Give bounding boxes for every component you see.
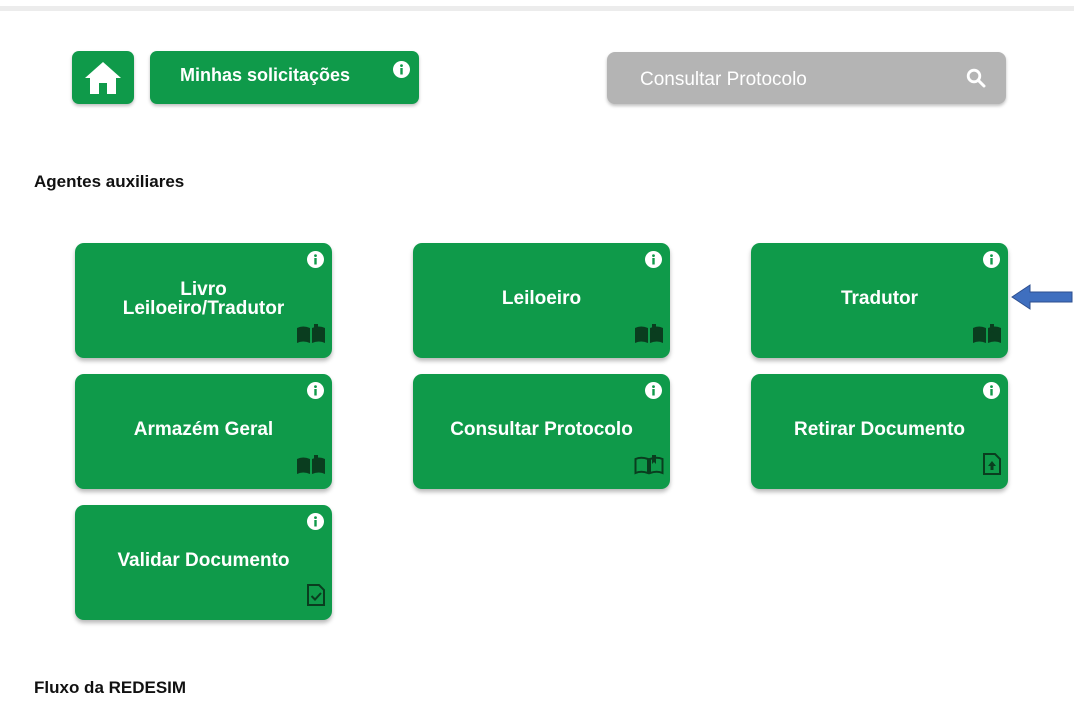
search-input[interactable]: Consultar Protocolo	[640, 69, 807, 91]
book-outline-icon	[634, 455, 664, 480]
info-icon[interactable]	[307, 251, 324, 273]
info-icon[interactable]	[645, 382, 662, 404]
left-arrow-icon	[1011, 284, 1073, 310]
card-title: Tradutor	[840, 288, 919, 309]
home-icon	[85, 61, 121, 94]
card-title: Livro Leiloeiro/Tradutor	[122, 278, 285, 319]
my-requests-label: Minhas solicitações	[180, 65, 351, 85]
card-livro-leiloeiro-tradutor[interactable]: Livro Leiloeiro/Tradutor	[75, 243, 332, 358]
card-validar-documento[interactable]: Validar Documento	[75, 505, 332, 620]
search-icon[interactable]	[966, 68, 986, 93]
info-icon[interactable]	[983, 251, 1000, 273]
info-icon[interactable]	[645, 251, 662, 273]
top-divider	[0, 6, 1074, 11]
file-upload-icon	[982, 453, 1002, 480]
info-icon[interactable]	[307, 513, 324, 535]
home-button[interactable]	[72, 51, 134, 104]
book-icon	[296, 455, 326, 480]
card-title: Armazém Geral	[133, 419, 274, 440]
card-title: Validar Documento	[117, 550, 290, 571]
book-icon	[296, 324, 326, 349]
section-title-agents: Agentes auxiliares	[34, 172, 185, 191]
info-icon[interactable]	[983, 382, 1000, 404]
card-retirar-documento[interactable]: Retirar Documento	[751, 374, 1008, 489]
card-armazem-geral[interactable]: Armazém Geral	[75, 374, 332, 489]
info-icon[interactable]	[307, 382, 324, 404]
card-title: Leiloeiro	[501, 288, 582, 309]
card-title: Retirar Documento	[793, 419, 966, 440]
book-icon	[972, 324, 1002, 349]
card-tradutor[interactable]: Tradutor	[751, 243, 1008, 358]
card-consultar-protocolo[interactable]: Consultar Protocolo	[413, 374, 670, 489]
book-icon	[634, 324, 664, 349]
card-leiloeiro[interactable]: Leiloeiro	[413, 243, 670, 358]
card-title: Consultar Protocolo	[450, 419, 633, 440]
section-title-redesim: Fluxo da REDESIM	[34, 678, 187, 697]
my-requests-button[interactable]: Minhas solicitações	[150, 51, 419, 104]
info-icon[interactable]	[393, 61, 410, 83]
file-check-icon	[306, 584, 326, 611]
search-protocol-field[interactable]: Consultar Protocolo	[607, 52, 1006, 104]
